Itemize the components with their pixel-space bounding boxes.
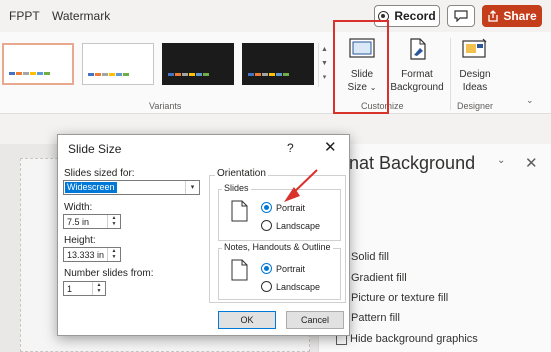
gallery-up-icon[interactable]: ▲: [319, 43, 330, 57]
height-field[interactable]: 13.333 in ▲ ▼: [63, 247, 121, 262]
variant-thumbnail-1[interactable]: [2, 43, 74, 85]
portrait-page-icon: [231, 200, 248, 222]
format-background-button[interactable]: Format Background: [389, 38, 445, 94]
slides-portrait-radio[interactable]: Portrait: [261, 202, 305, 213]
slides-portrait-label: Portrait: [276, 202, 306, 213]
tab-fppt[interactable]: FPPT: [9, 9, 40, 23]
slide-size-dialog: Slide Size ? ✕ Slides sized for: Widescr…: [57, 134, 350, 336]
number-from-label: Number slides from:: [64, 268, 154, 279]
pane-options-icon[interactable]: ⌄: [497, 155, 505, 166]
notes-portrait-label: Portrait: [276, 263, 306, 274]
variant-thumbnail-3[interactable]: [162, 43, 234, 85]
cancel-button[interactable]: Cancel: [286, 311, 344, 329]
radio-selected-icon[interactable]: [261, 202, 272, 213]
slides-landscape-radio[interactable]: Landscape: [261, 220, 320, 231]
chevron-down-icon[interactable]: ▾: [185, 181, 199, 194]
picture-fill-label: Picture or texture fill: [351, 292, 449, 304]
height-spinner[interactable]: ▲ ▼: [107, 248, 120, 261]
share-button[interactable]: Share: [482, 5, 542, 27]
width-spinner[interactable]: ▲ ▼: [107, 215, 120, 228]
group-label-designer: Designer: [457, 101, 494, 111]
spin-down-icon[interactable]: ▼: [108, 221, 120, 227]
gallery-scroller[interactable]: ▲ ▼ ▾: [318, 43, 330, 87]
ribbon: ▲ ▼ ▾ Variants Slide Size ⌄ Format Backg…: [0, 32, 551, 114]
variant-palette: [248, 73, 289, 76]
tab-bar: FPPT Watermark Record Share: [0, 0, 551, 32]
ok-button[interactable]: OK: [218, 311, 276, 329]
gradient-fill-label: Gradient fill: [351, 272, 407, 284]
variant-palette: [9, 72, 50, 75]
sized-for-select[interactable]: Widescreen ▾: [63, 180, 200, 195]
sized-for-value: Widescreen: [65, 182, 117, 193]
share-label: Share: [503, 9, 537, 23]
sized-for-label: Slides sized for:: [64, 168, 135, 179]
number-from-field[interactable]: 1 ▲ ▼: [63, 281, 106, 296]
number-from-spinner[interactable]: ▲ ▼: [92, 282, 105, 295]
variant-palette: [168, 73, 209, 76]
close-icon[interactable]: ✕: [324, 138, 337, 156]
variant-thumbnail-2[interactable]: [82, 43, 154, 85]
gallery-down-icon[interactable]: ▼: [319, 57, 330, 71]
slides-label: Slides: [222, 183, 251, 193]
help-icon[interactable]: ?: [287, 141, 294, 155]
slide-size-highlight: [333, 20, 389, 114]
format-background-label-2: Background: [390, 82, 444, 93]
notes-landscape-label: Landscape: [276, 281, 321, 292]
radio-selected-icon[interactable]: [261, 263, 272, 274]
notes-portrait-radio[interactable]: Portrait: [261, 263, 305, 274]
format-background-label-1: Format: [401, 69, 433, 80]
portrait-page-icon: [231, 259, 248, 281]
comment-icon: [454, 10, 468, 22]
design-ideas-button[interactable]: Design Ideas: [453, 38, 497, 94]
design-ideas-icon: [462, 38, 487, 58]
group-label-variants: Variants: [149, 101, 182, 111]
width-label: Width:: [64, 202, 93, 213]
pane-close-icon[interactable]: ✕: [525, 154, 538, 172]
format-background-icon: [410, 38, 426, 60]
dialog-title: Slide Size: [68, 142, 122, 156]
spin-down-icon[interactable]: ▼: [108, 254, 120, 260]
radio-icon[interactable]: [261, 281, 272, 292]
slides-landscape-label: Landscape: [276, 220, 321, 231]
ribbon-collapse-icon[interactable]: ⌄: [526, 95, 534, 106]
hide-graphics-label: Hide background graphics: [350, 333, 478, 345]
notes-landscape-radio[interactable]: Landscape: [261, 281, 320, 292]
variant-palette: [88, 73, 129, 76]
width-value[interactable]: 7.5 in: [67, 216, 89, 228]
notes-label: Notes, Handouts & Outline: [222, 242, 333, 252]
number-from-value[interactable]: 1: [67, 283, 72, 295]
pane-title: nat Background: [349, 153, 476, 173]
picture-fill-option[interactable]: Picture or texture fill: [336, 292, 448, 304]
hide-graphics-option[interactable]: Hide background graphics: [336, 333, 478, 345]
tab-watermark[interactable]: Watermark: [52, 9, 110, 23]
solid-fill-label: Solid fill: [351, 251, 389, 263]
height-label: Height:: [64, 235, 96, 246]
orientation-label: Orientation: [215, 168, 268, 179]
record-label: Record: [394, 9, 436, 23]
height-value[interactable]: 13.333 in: [67, 249, 104, 261]
width-field[interactable]: 7.5 in ▲ ▼: [63, 214, 121, 229]
design-ideas-label-2: Ideas: [462, 82, 488, 93]
share-icon: [488, 10, 498, 22]
group-divider: [450, 38, 451, 110]
design-ideas-label-1: Design: [459, 69, 491, 80]
pattern-fill-label: Pattern fill: [351, 312, 400, 324]
gallery-more-icon[interactable]: ▾: [319, 71, 330, 85]
spin-down-icon[interactable]: ▼: [93, 288, 105, 294]
comments-button[interactable]: [447, 5, 475, 27]
variant-thumbnail-4[interactable]: [242, 43, 314, 85]
radio-icon[interactable]: [261, 220, 272, 231]
